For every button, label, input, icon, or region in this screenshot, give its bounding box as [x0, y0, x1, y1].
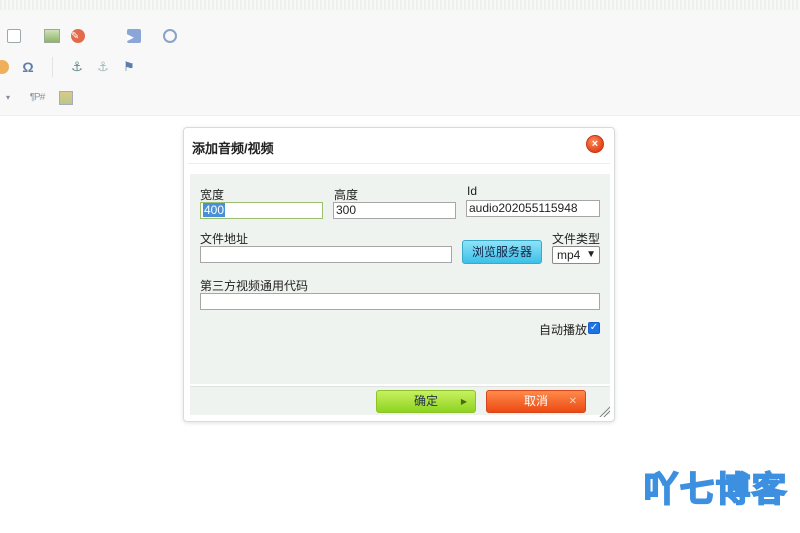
template-icon[interactable] [58, 90, 74, 106]
search-doc-icon[interactable] [6, 28, 22, 44]
chevron-down-icon: ▼ [586, 249, 596, 260]
filetype-label: 文件类型 [552, 232, 601, 246]
toolbar-row-3: ▾ ¶P# [0, 84, 74, 112]
ok-button-label: 确定 [413, 394, 438, 408]
toolbar-separator [52, 57, 53, 77]
flag-icon[interactable]: ⚑ [121, 59, 137, 75]
id-value: audio202055115948 [469, 201, 578, 215]
media-dialog: 添加音频/视频 × 宽度 400 高度 300 Id audio20205511… [183, 127, 615, 422]
map-icon[interactable] [162, 28, 178, 44]
id-label: Id [467, 184, 478, 198]
close-icon: ✕ [568, 396, 577, 407]
close-icon[interactable]: × [586, 135, 604, 153]
arrow-right-icon: ▶ [460, 397, 467, 406]
title-divider [188, 163, 610, 164]
dialog-title: 添加音频/视频 [192, 141, 274, 156]
autoplay-checkbox[interactable]: ✓ [588, 322, 600, 334]
ok-button[interactable]: 确定 ▶ [376, 390, 476, 413]
id-input[interactable]: audio202055115948 [466, 200, 600, 217]
editor-toolbar: ✎ ▶ Ω ⚓ ⚓ ⚑ ▾ ¶P# [0, 0, 800, 116]
watermark-logo: 吖七博客 [643, 469, 788, 511]
width-input[interactable]: 400 [200, 202, 323, 219]
image-icon[interactable] [44, 28, 60, 44]
filetype-select[interactable]: mp4 ▼ [552, 246, 600, 264]
height-value: 300 [336, 203, 357, 217]
embed-code-input[interactable] [200, 293, 600, 310]
width-label: 宽度 [200, 188, 225, 202]
page-break-icon[interactable]: ¶P# [26, 90, 48, 106]
chevron-down-icon[interactable]: ▾ [0, 90, 16, 106]
embed-code-label: 第三方视频通用代码 [200, 279, 309, 293]
url-label: 文件地址 [200, 232, 249, 246]
dialog-body: 宽度 400 高度 300 Id audio202055115948 文件地址 … [190, 174, 610, 384]
toolbar-row-1: ✎ ▶ [0, 22, 178, 50]
autoplay-label: 自动播放 [539, 323, 588, 337]
anchor-alt-icon[interactable]: ⚓ [95, 59, 111, 75]
resize-grip-icon[interactable] [598, 405, 610, 417]
cancel-button-label: 取消 [523, 394, 548, 408]
dialog-footer: 确定 ▶ 取消 ✕ [190, 386, 610, 415]
filetype-value: mp4 [557, 248, 581, 262]
cancel-button[interactable]: 取消 ✕ [486, 390, 586, 413]
emoji-icon[interactable] [0, 59, 10, 75]
width-value: 400 [203, 203, 226, 217]
toolbar-row-2: Ω ⚓ ⚓ ⚑ [0, 53, 137, 81]
flash-icon[interactable]: ✎ [70, 28, 86, 44]
media-icon[interactable]: ▶ [126, 28, 142, 44]
anchor-icon[interactable]: ⚓ [69, 59, 85, 75]
height-input[interactable]: 300 [333, 202, 456, 219]
toolbar-top-border [0, 0, 800, 10]
omega-icon[interactable]: Ω [20, 59, 36, 75]
browse-server-button[interactable]: 浏览服务器 [462, 240, 542, 264]
height-label: 高度 [334, 188, 359, 202]
url-input[interactable] [200, 246, 452, 263]
